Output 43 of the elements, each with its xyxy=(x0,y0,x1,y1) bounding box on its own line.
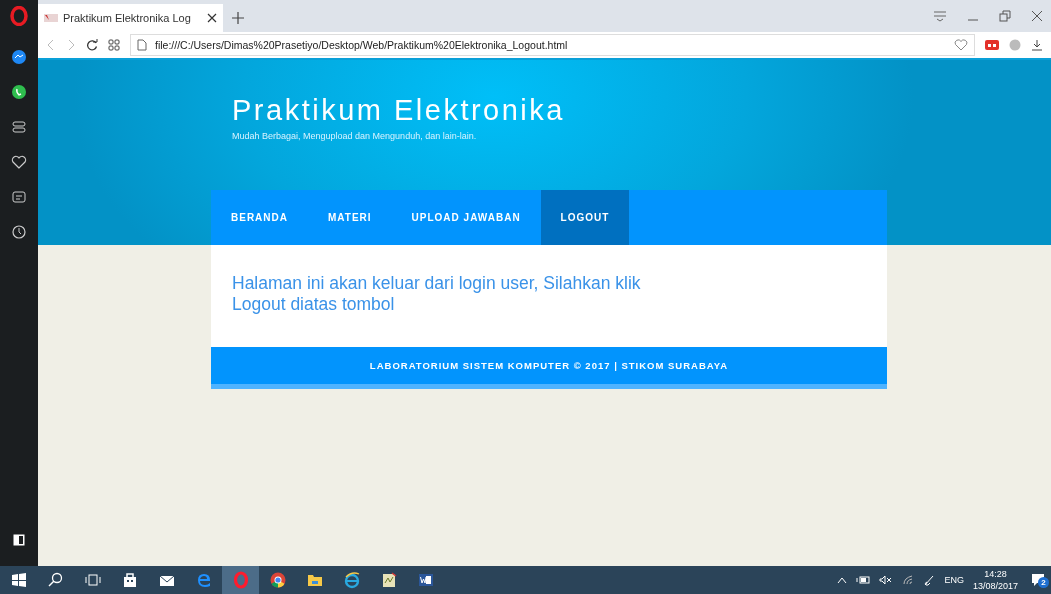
muted-speaker-icon[interactable] xyxy=(879,575,894,585)
speed-dial-icon[interactable] xyxy=(108,39,120,51)
ie-icon[interactable] xyxy=(342,571,361,589)
task-view-icon[interactable] xyxy=(83,571,102,589)
logout-message: Halaman ini akan keluar dari login user, Silahkan klik Logout diatas tombol xyxy=(232,273,642,315)
sidebar-toggle-icon[interactable] xyxy=(13,534,25,546)
clock-date: 13/08/2017 xyxy=(972,580,1018,592)
windows-icon[interactable] xyxy=(9,571,28,589)
clock-time: 14:28 xyxy=(984,568,1007,580)
heart-icon[interactable] xyxy=(11,154,27,170)
site-title: Praktikum Elektronika xyxy=(232,94,565,127)
extension-icon[interactable] xyxy=(985,39,999,51)
site-tagline: Mudah Berbagai, Mengupload dan Mengunduh, dan lain-lain. xyxy=(232,131,478,141)
chevron-up-icon[interactable] xyxy=(837,576,848,584)
wifi-icon[interactable] xyxy=(902,575,915,585)
word-icon[interactable] xyxy=(416,571,435,589)
browser-tab[interactable]: Praktikum Elektronika Log xyxy=(38,4,223,32)
nav-link[interactable]: LOGOUT xyxy=(540,190,630,245)
tab-title: Praktikum Elektronika Log xyxy=(63,12,192,24)
url-text: file:///C:/Users/Dimas%20Prasetiyo/Desktop/Web/Praktikum%20Elektronika_Logout.html xyxy=(155,39,568,51)
messenger-icon[interactable] xyxy=(11,49,27,65)
news-icon[interactable] xyxy=(11,189,27,205)
reload-icon[interactable] xyxy=(86,39,98,51)
chat-icon[interactable] xyxy=(11,84,27,100)
opera-logo-icon[interactable] xyxy=(10,6,28,26)
clock[interactable]: 14:28 13/08/2017 xyxy=(972,568,1018,592)
chrome-icon[interactable] xyxy=(268,571,287,589)
favicon-icon xyxy=(44,13,58,23)
language-indicator[interactable]: ENG xyxy=(944,575,964,585)
footer-text: LABORATORIUM SISTEM KOMPUTER © 2017 | STIKOM SURABAYA xyxy=(369,360,729,371)
restore-icon[interactable] xyxy=(999,10,1011,22)
page-icon xyxy=(137,39,147,51)
search-icon[interactable] xyxy=(46,571,65,589)
close-icon[interactable] xyxy=(1031,10,1043,22)
pen-icon[interactable] xyxy=(923,574,936,586)
address-bar[interactable]: file:///C:/Users/Dimas%20Prasetiyo/Desktop/Web/Praktikum%20Elektronika_Logout.html xyxy=(130,34,975,56)
speed-dial-icon[interactable] xyxy=(11,119,27,135)
download-icon[interactable] xyxy=(1031,39,1043,51)
clock-icon[interactable] xyxy=(11,224,27,240)
tab-menu-icon[interactable] xyxy=(933,10,947,22)
notification-badge: 2 xyxy=(1038,577,1049,588)
battery-icon[interactable] xyxy=(856,575,871,585)
close-icon[interactable] xyxy=(207,13,217,23)
